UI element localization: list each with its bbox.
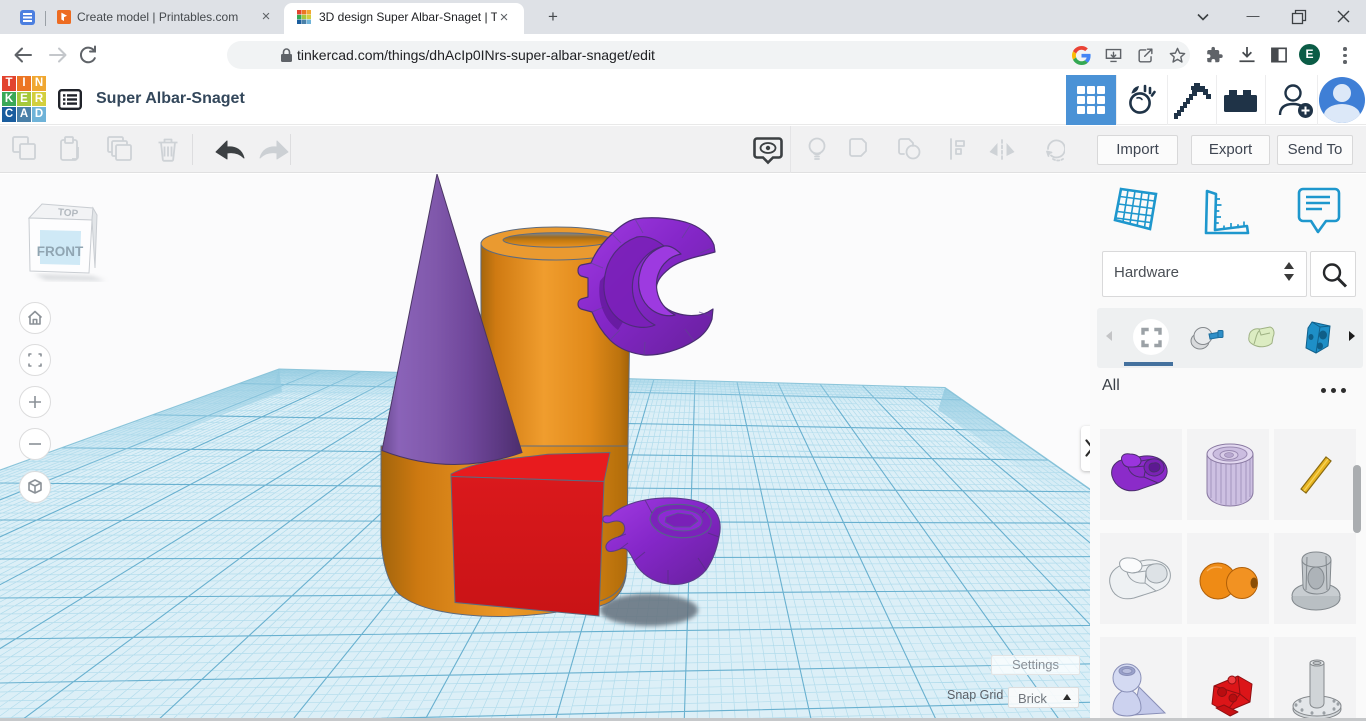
svg-text:TOP: TOP: [57, 207, 79, 220]
svg-text:FRONT: FRONT: [37, 244, 84, 259]
